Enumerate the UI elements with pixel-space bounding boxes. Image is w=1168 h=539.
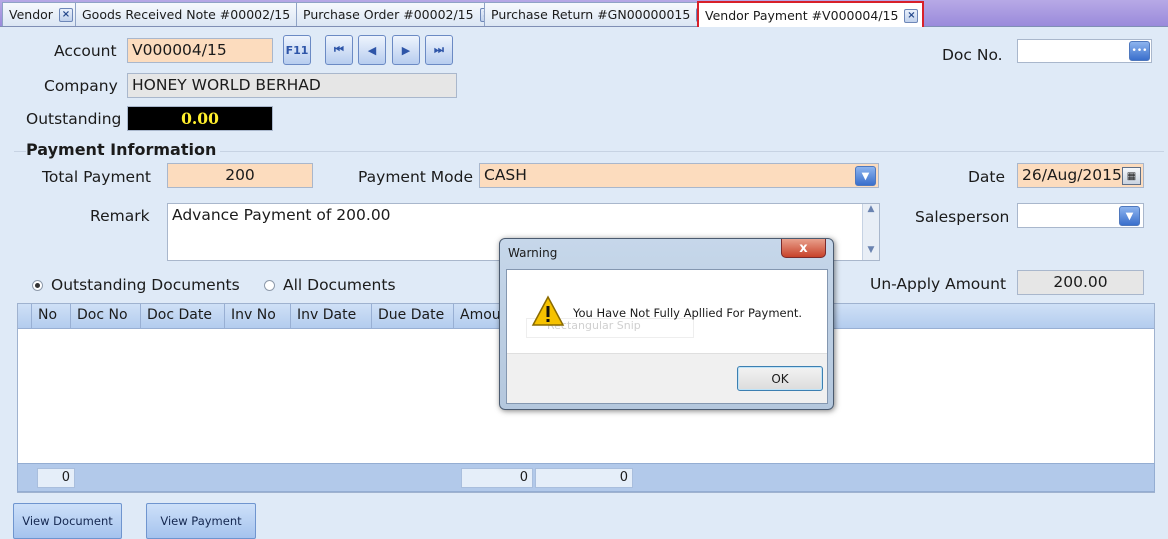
outstanding-label: Outstanding <box>26 110 122 128</box>
total-payment-field[interactable]: 200 <box>167 163 313 188</box>
remark-scrollbar[interactable]: ▲ ▼ <box>862 204 879 260</box>
chevron-down-icon[interactable]: ▼ <box>1119 206 1140 226</box>
chevron-down-icon[interactable]: ▼ <box>855 166 876 186</box>
next-icon: ▶ <box>401 43 411 57</box>
column-inv-date[interactable]: Inv Date <box>291 304 372 328</box>
close-icon: x <box>799 240 808 256</box>
dialog-title: Warning <box>508 246 558 260</box>
view-payment-button[interactable]: View Payment <box>146 503 256 539</box>
grid-row-indicator <box>18 304 32 328</box>
dialog-body: Rectangular Snip You Have Not Fully Apll… <box>506 269 828 404</box>
radio-label: Outstanding Documents <box>51 276 240 294</box>
unapply-amount-label: Un-Apply Amount <box>870 275 1007 293</box>
section-title: Payment Information <box>26 140 221 159</box>
close-icon[interactable]: × <box>58 7 73 22</box>
f11-label: F11 <box>285 43 309 57</box>
tab-goods-received-note[interactable]: Goods Received Note #00002/15 × <box>75 2 316 26</box>
tab-label: Purchase Return #GN00000015 <box>491 7 691 22</box>
company-label: Company <box>44 77 118 95</box>
first-record-button[interactable]: ⏮ <box>325 35 353 65</box>
column-doc-no[interactable]: Doc No <box>71 304 141 328</box>
scroll-down-icon[interactable]: ▼ <box>863 245 879 260</box>
tab-purchase-order[interactable]: Purchase Order #00002/15 × <box>296 2 499 26</box>
last-icon: ⏭ <box>434 43 444 56</box>
footer-total-2: 0 <box>535 468 633 488</box>
close-icon[interactable]: × <box>904 8 919 23</box>
calendar-icon[interactable]: ▦ <box>1122 167 1141 185</box>
column-inv-no[interactable]: Inv No <box>225 304 291 328</box>
column-due-date[interactable]: Due Date <box>372 304 454 328</box>
account-label: Account <box>54 42 117 60</box>
company-field: HONEY WORLD BERHAD <box>127 73 457 98</box>
footer-count: 0 <box>37 468 75 488</box>
docno-label: Doc No. <box>942 46 1003 64</box>
previous-record-button[interactable]: ◀ <box>358 35 386 65</box>
grid-footer: 0 0 0 <box>17 463 1155 492</box>
tab-label: Vendor <box>9 7 53 22</box>
next-record-button[interactable]: ▶ <box>392 35 420 65</box>
scroll-up-icon[interactable]: ▲ <box>863 204 879 219</box>
column-doc-date[interactable]: Doc Date <box>141 304 225 328</box>
date-label: Date <box>968 168 1006 186</box>
last-record-button[interactable]: ⏭ <box>425 35 453 65</box>
f11-button[interactable]: F11 <box>283 35 311 65</box>
payment-mode-select[interactable]: CASH <box>479 163 879 188</box>
radio-dot <box>264 279 275 291</box>
tab-label: Purchase Order #00002/15 <box>303 7 474 22</box>
previous-icon: ◀ <box>367 43 377 57</box>
ellipsis-icon[interactable]: ••• <box>1129 41 1150 61</box>
dialog-close-button[interactable]: x <box>781 239 826 258</box>
payment-mode-label: Payment Mode <box>358 168 474 186</box>
remark-label: Remark <box>90 207 150 225</box>
tab-label: Goods Received Note #00002/15 <box>82 7 291 22</box>
salesperson-label: Salesperson <box>915 208 1010 226</box>
account-field[interactable]: V000004/15 <box>127 38 273 63</box>
warning-icon <box>531 295 565 326</box>
unapply-amount-value: 200.00 <box>1017 270 1144 295</box>
dialog-message: You Have Not Fully Apllied For Payment. <box>573 306 803 320</box>
tab-vendor-payment[interactable]: Vendor Payment #V000004/15 × <box>697 1 925 30</box>
tab-vendor[interactable]: Vendor × <box>2 2 78 26</box>
column-no[interactable]: No <box>32 304 71 328</box>
outstanding-value: 0.00 <box>127 106 273 131</box>
tab-bar: Vendor × Goods Received Note #00002/15 ×… <box>0 0 1168 30</box>
view-document-button[interactable]: View Document <box>13 503 122 539</box>
first-icon: ⏮ <box>334 43 344 56</box>
total-payment-label: Total Payment <box>42 168 151 186</box>
radio-outstanding-documents[interactable]: Outstanding Documents <box>32 276 240 294</box>
footer-total-1: 0 <box>461 468 533 488</box>
radio-dot-selected <box>32 279 43 291</box>
warning-dialog: Warning x Rectangular Snip You Have Not … <box>499 238 834 410</box>
radio-all-documents[interactable]: All Documents <box>264 276 396 294</box>
ok-button[interactable]: OK <box>737 366 823 391</box>
radio-label: All Documents <box>283 276 396 294</box>
tab-purchase-return[interactable]: Purchase Return #GN00000015 × <box>484 2 716 26</box>
tab-label: Vendor Payment #V000004/15 <box>705 8 899 23</box>
